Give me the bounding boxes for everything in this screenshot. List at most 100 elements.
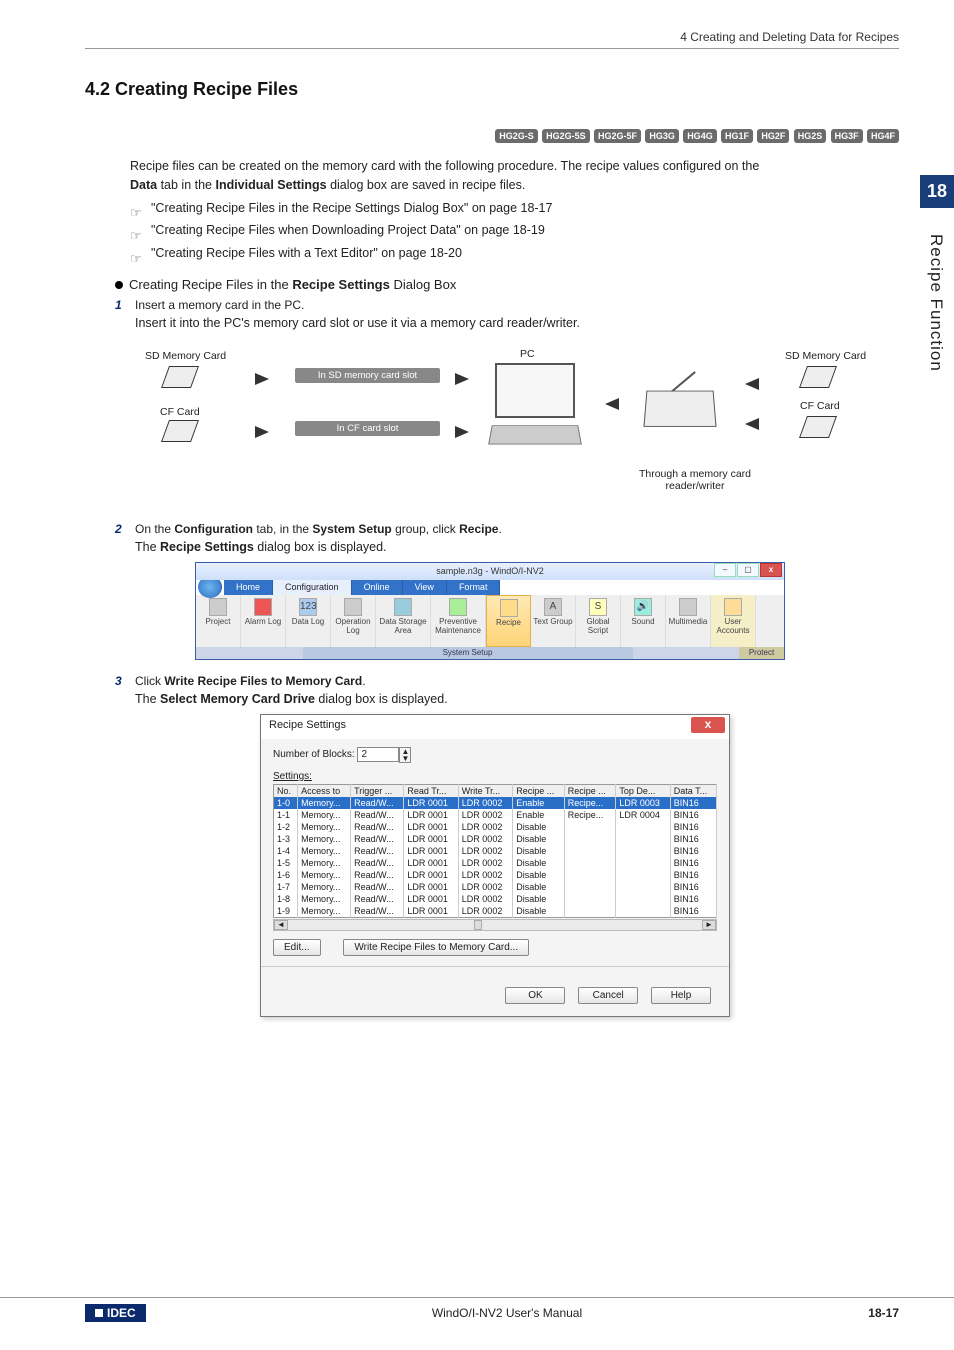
cancel-button[interactable]: Cancel: [578, 987, 638, 1004]
ribbon-recipe[interactable]: Recipe: [486, 595, 531, 647]
tag: HG2G-5F: [594, 129, 641, 143]
chapter-side-tab: 18 Recipe Function: [920, 175, 954, 388]
tab-view[interactable]: View: [403, 580, 447, 595]
scroll-right-icon[interactable]: ►: [702, 920, 716, 930]
arrow-right-icon: [455, 373, 469, 385]
xref-link[interactable]: "Creating Recipe Files when Downloading …: [130, 221, 899, 240]
table-row[interactable]: 1-9Memory...Read/W...LDR 0001LDR 0002Dis…: [274, 905, 717, 918]
tag: HG4F: [867, 129, 899, 143]
table-row[interactable]: 1-5Memory...Read/W...LDR 0001LDR 0002Dis…: [274, 857, 717, 869]
datalog-icon: 123: [299, 598, 317, 616]
table-header[interactable]: Access to: [298, 784, 351, 797]
table-row[interactable]: 1-1Memory...Read/W...LDR 0001LDR 0002Ena…: [274, 809, 717, 821]
ribbon-multimedia[interactable]: Multimedia: [666, 595, 711, 647]
ribbon-text-group[interactable]: AText Group: [531, 595, 576, 647]
table-header[interactable]: Recipe ...: [564, 784, 616, 797]
tab-online[interactable]: Online: [352, 580, 403, 595]
section-title: 4.2 Creating Recipe Files: [85, 79, 899, 100]
recipe-settings-dialog: Recipe Settings x Number of Blocks: 2▲▼ …: [260, 714, 730, 1017]
settings-label: Settings:: [273, 771, 717, 782]
tag: HG2F: [757, 129, 789, 143]
cf-slot-label: In CF card slot: [295, 421, 440, 436]
chapter-title: Recipe Function: [926, 208, 946, 388]
sound-icon: 🔊: [634, 598, 652, 616]
table-row[interactable]: 1-2Memory...Read/W...LDR 0001LDR 0002Dis…: [274, 821, 717, 833]
card-reader-icon: [643, 390, 716, 426]
table-row[interactable]: 1-8Memory...Read/W...LDR 0001LDR 0002Dis…: [274, 893, 717, 905]
minimize-icon[interactable]: –: [714, 563, 736, 577]
dialog-titlebar: Recipe Settings x: [261, 715, 729, 739]
horizontal-scrollbar[interactable]: ◄ ►: [273, 919, 717, 931]
maximize-icon[interactable]: ▢: [737, 563, 759, 577]
scroll-left-icon[interactable]: ◄: [274, 920, 288, 930]
step-number-3: 3: [115, 674, 135, 688]
cf-card-label-right: CF Card: [800, 400, 840, 412]
tag: HG1F: [721, 129, 753, 143]
ribbon-sound[interactable]: 🔊Sound: [621, 595, 666, 647]
chapter-number: 18: [920, 175, 954, 208]
close-icon[interactable]: x: [760, 563, 782, 577]
settings-table[interactable]: No.Access toTrigger ...Read Tr...Write T…: [273, 784, 717, 918]
table-row[interactable]: 1-0Memory...Read/W...LDR 0001LDR 0002Ena…: [274, 797, 717, 809]
scroll-thumb[interactable]: [474, 920, 482, 930]
ribbon-alarm-log[interactable]: Alarm Log: [241, 595, 286, 647]
ribbon-data-log[interactable]: 123Data Log: [286, 595, 331, 647]
tag: HG2G-5S: [542, 129, 590, 143]
table-header[interactable]: Recipe ...: [513, 784, 565, 797]
table-header[interactable]: Write Tr...: [458, 784, 512, 797]
tab-home[interactable]: Home: [224, 580, 273, 595]
arrow-left-icon: [745, 378, 759, 390]
table-row[interactable]: 1-4Memory...Read/W...LDR 0001LDR 0002Dis…: [274, 845, 717, 857]
page-footer: IDEC WindO/I-NV2 User's Manual 18-17: [0, 1297, 954, 1322]
cf-card-icon: [799, 416, 837, 438]
tag: HG3F: [831, 129, 863, 143]
step-2-text: On the Configuration tab, in the System …: [135, 522, 899, 536]
ok-button[interactable]: OK: [505, 987, 565, 1004]
pc-icon: [485, 363, 585, 483]
table-header[interactable]: Data T...: [670, 784, 716, 797]
ribbon-preventive[interactable]: Preventive Maintenance: [431, 595, 486, 647]
table-row[interactable]: 1-6Memory...Read/W...LDR 0001LDR 0002Dis…: [274, 869, 717, 881]
close-icon[interactable]: x: [691, 717, 725, 733]
step-3-subtext: The Select Memory Card Drive dialog box …: [135, 692, 899, 706]
pc-label: PC: [520, 348, 535, 360]
table-header[interactable]: No.: [274, 784, 298, 797]
tab-format[interactable]: Format: [447, 580, 501, 595]
bullet-icon: [115, 281, 123, 289]
table-row[interactable]: 1-7Memory...Read/W...LDR 0001LDR 0002Dis…: [274, 881, 717, 893]
help-button[interactable]: Help: [651, 987, 711, 1004]
write-recipe-button[interactable]: Write Recipe Files to Memory Card...: [343, 939, 529, 956]
xref-link[interactable]: "Creating Recipe Files with a Text Edito…: [130, 244, 899, 263]
recipe-icon: [500, 599, 518, 617]
step-3-text: Click Write Recipe Files to Memory Card.: [135, 674, 899, 688]
table-header[interactable]: Trigger ...: [351, 784, 404, 797]
tag: HG3G: [645, 129, 679, 143]
arrow-right-icon: [455, 426, 469, 438]
table-header[interactable]: Top De...: [616, 784, 670, 797]
alarm-icon: [254, 598, 272, 616]
ribbon-data-storage[interactable]: Data Storage Area: [376, 595, 431, 647]
ribbon-project[interactable]: Project: [196, 595, 241, 647]
table-header[interactable]: Read Tr...: [404, 784, 458, 797]
num-blocks-input[interactable]: 2: [357, 747, 399, 762]
step-2-subtext: The Recipe Settings dialog box is displa…: [135, 540, 899, 554]
spinner-icon[interactable]: ▲▼: [399, 747, 411, 763]
ribbon-operation-log[interactable]: Operation Log: [331, 595, 376, 647]
sd-card-label-left: SD Memory Card: [145, 350, 226, 362]
ribbon-user-accounts[interactable]: User Accounts: [711, 595, 756, 647]
page-number: 18-17: [868, 1306, 899, 1320]
ribbon-global-script[interactable]: SGlobal Script: [576, 595, 621, 647]
tag: HG2G-S: [495, 129, 538, 143]
step-number-1: 1: [115, 298, 135, 312]
pointer-icon: [130, 226, 148, 236]
reader-label: Through a memory card reader/writer: [625, 468, 765, 492]
group-system-setup: System Setup: [303, 647, 633, 659]
edit-button[interactable]: Edit...: [273, 939, 321, 956]
intro-text: Recipe files can be created on the memor…: [130, 157, 899, 195]
table-row[interactable]: 1-3Memory...Read/W...LDR 0001LDR 0002Dis…: [274, 833, 717, 845]
xref-link[interactable]: "Creating Recipe Files in the Recipe Set…: [130, 199, 899, 218]
tab-configuration[interactable]: Configuration: [273, 580, 352, 595]
model-tags: HG2G-S HG2G-5S HG2G-5F HG3G HG4G HG1F HG…: [85, 128, 899, 143]
users-icon: [724, 598, 742, 616]
cf-card-icon: [161, 420, 199, 442]
